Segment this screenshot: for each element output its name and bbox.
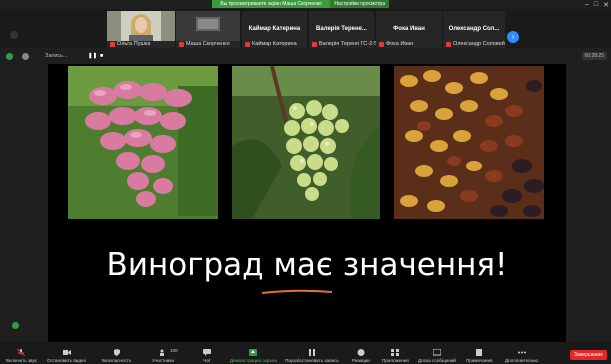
mic-muted-icon	[312, 41, 317, 47]
participant-tile-name: Каймар Катерина	[248, 26, 301, 32]
reactions-button[interactable]: Реакции	[352, 349, 370, 363]
participant-tile-2[interactable]: Маша Скорченко	[176, 11, 240, 48]
shared-screen-slide: Виноград має значення!	[48, 64, 566, 342]
participant-name: Ольга Пушка	[117, 41, 151, 47]
participant-tile-5[interactable]: Фока Иван Фока Иван	[376, 11, 442, 48]
mic-icon	[17, 349, 26, 356]
pink-grapes-photo	[68, 66, 218, 219]
title-underline	[261, 289, 333, 294]
share-screen-button[interactable]: Демонстрация экрана	[230, 349, 277, 363]
record-status: Запись...	[45, 53, 68, 59]
share-screen-icon	[249, 349, 258, 356]
more-icon	[517, 351, 526, 354]
participant-name: Фока Иван	[386, 41, 414, 47]
meeting-timer: 00:28:25	[581, 52, 607, 60]
avatar	[107, 11, 175, 43]
meeting-toolbar: Включить звук Остановить видео Безопасно…	[0, 342, 611, 364]
security-button[interactable]: Безопасность	[102, 349, 131, 363]
annotation-pen-icon[interactable]	[12, 322, 19, 329]
window-controls: – □ ✕	[585, 1, 609, 9]
pause-record-button[interactable]: Пауза/остановить запись	[285, 349, 339, 363]
apps-button[interactable]: Приложения	[382, 349, 409, 363]
participant-tile-name: Олександр Сол...	[448, 26, 500, 32]
end-meeting-button[interactable]: Завершение	[569, 350, 607, 360]
record-icon[interactable]	[22, 53, 29, 60]
pause-record-icon	[308, 349, 315, 356]
shield-icon	[113, 349, 120, 356]
strip-next-button[interactable]: ›	[507, 31, 519, 43]
whiteboard-button[interactable]: Доска сообщений	[418, 349, 456, 363]
whiteboard-icon	[433, 349, 441, 356]
mic-muted-icon	[379, 41, 384, 47]
shield-check-icon[interactable]	[6, 53, 13, 60]
minimize-icon[interactable]: –	[585, 1, 589, 9]
participant-strip: Ольга Пушка Маша Скорченко Каймар Катери…	[0, 9, 611, 48]
more-button[interactable]: Дополнительно	[505, 349, 538, 363]
recording-bar: Запись... ❚❚ ■ 00:28:25	[0, 50, 611, 64]
participant-name: Олександр Соловей	[453, 41, 505, 47]
mic-muted-icon	[179, 41, 184, 47]
green-grapes-photo	[232, 66, 380, 219]
notes-icon	[476, 349, 483, 356]
video-icon	[62, 350, 71, 355]
participant-tile-name: Фока Иван	[393, 26, 425, 32]
participant-tile-1[interactable]: Ольга Пушка	[107, 11, 175, 48]
participant-tile-4[interactable]: Валерія Терене... Валерія Тереня ГС-2-5	[309, 11, 378, 48]
reaction-icon	[357, 349, 365, 356]
participant-tile-3[interactable]: Каймар Катерина Каймар Катерина	[242, 11, 307, 48]
left-gutter	[0, 64, 48, 342]
video-thumbnail	[176, 11, 240, 41]
notes-button[interactable]: Примечания	[466, 349, 493, 363]
apps-icon	[391, 349, 400, 356]
right-gutter	[566, 64, 611, 342]
stop-video-button[interactable]: Остановить видео	[47, 349, 86, 363]
participant-name: Валерія Тереня ГС-2-5	[319, 41, 378, 47]
strip-prev-button[interactable]	[10, 31, 18, 39]
share-message: Вы просматриваете экран Маша Скорченко	[220, 1, 322, 7]
unmute-button[interactable]: Включить звук	[6, 349, 37, 363]
pause-icon[interactable]: ❚❚	[88, 53, 97, 59]
stop-icon[interactable]: ■	[100, 53, 103, 59]
chat-icon	[203, 349, 211, 356]
slide-title: Виноград має значення!	[106, 247, 508, 283]
mic-muted-icon	[110, 41, 115, 47]
participant-count: 100	[170, 348, 178, 353]
mic-muted-icon	[245, 41, 250, 47]
participant-tile-6[interactable]: Олександр Сол... Олександр Соловей	[443, 11, 505, 48]
raisins-photo	[394, 66, 544, 219]
participants-button[interactable]: 100 Участники	[152, 348, 178, 363]
participant-name: Каймар Катерина	[252, 41, 297, 47]
share-banner: Вы просматриваете экран Маша Скорченко Н…	[212, 0, 389, 8]
maximize-icon[interactable]: □	[594, 1, 598, 9]
participant-name: Маша Скорченко	[186, 41, 230, 47]
mic-muted-icon	[446, 41, 451, 47]
participant-tile-name: Валерія Терене...	[316, 26, 367, 32]
close-icon[interactable]: ✕	[603, 1, 609, 9]
chat-button[interactable]: Чат	[203, 349, 211, 363]
view-options-button[interactable]: Настройки просмотра	[330, 0, 389, 8]
participants-icon	[159, 349, 164, 356]
